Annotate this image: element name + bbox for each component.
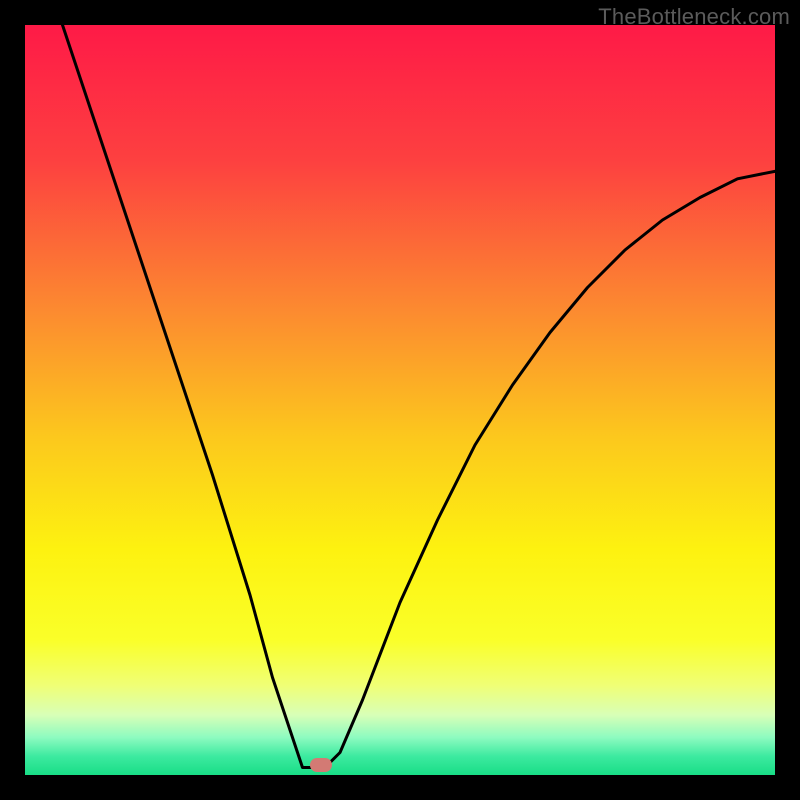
background-gradient <box>25 25 775 775</box>
watermark-text: TheBottleneck.com <box>598 4 790 30</box>
plot-area <box>25 25 775 775</box>
optimum-marker <box>310 758 332 772</box>
chart-frame: TheBottleneck.com <box>0 0 800 800</box>
